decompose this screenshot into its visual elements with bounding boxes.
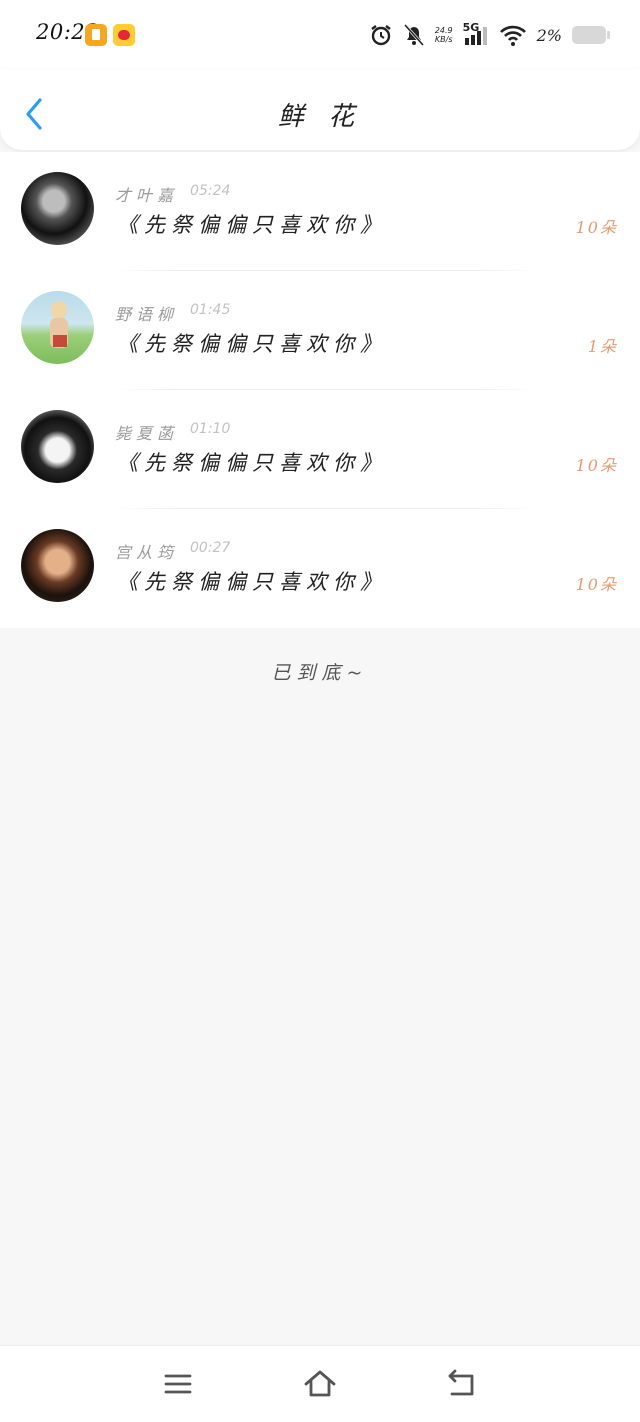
navigation-bar bbox=[0, 1345, 640, 1422]
book-title: 《先祭偏偏只喜欢你》 bbox=[117, 570, 387, 594]
net-speed-value: 24.9 bbox=[434, 26, 453, 35]
menu-icon[interactable] bbox=[160, 1366, 196, 1402]
page-title: 鲜 花 bbox=[277, 102, 363, 132]
alarm-icon bbox=[371, 25, 391, 46]
battery-icon bbox=[572, 26, 610, 44]
net-speed-unit: KB/s bbox=[434, 35, 453, 44]
notes-app-icon bbox=[85, 24, 107, 46]
sender-name: 野语柳 bbox=[115, 305, 179, 324]
flower-count: 10朵 bbox=[575, 456, 618, 475]
avatar[interactable] bbox=[21, 529, 94, 602]
flower-list: 才叶嘉 05:24 《先祭偏偏只喜欢你》 10朵 野语柳 01:45 《先祭偏偏… bbox=[0, 152, 640, 628]
signal-bars-icon bbox=[464, 27, 487, 45]
avatar[interactable] bbox=[21, 410, 94, 483]
status-bar: 20:23 24.9 KB/s 5G 2% bbox=[0, 0, 640, 70]
wifi-icon bbox=[499, 25, 526, 46]
book-title: 《先祭偏偏只喜欢你》 bbox=[117, 451, 387, 475]
avatar[interactable] bbox=[21, 291, 94, 364]
net-speed: 24.9 KB/s bbox=[435, 26, 453, 44]
avatar[interactable] bbox=[21, 172, 94, 245]
book-title: 《先祭偏偏只喜欢你》 bbox=[117, 213, 387, 237]
signal: 5G bbox=[463, 21, 489, 47]
flower-count: 10朵 bbox=[575, 218, 618, 237]
flower-count: 1朵 bbox=[587, 337, 618, 356]
list-item[interactable]: 宫从筠 00:27 《先祭偏偏只喜欢你》 10朵 bbox=[0, 509, 640, 628]
status-icons: 24.9 KB/s 5G 2% bbox=[369, 20, 610, 50]
send-time: 00:27 bbox=[190, 540, 231, 556]
flower-count: 10朵 bbox=[575, 575, 618, 594]
book-title: 《先祭偏偏只喜欢你》 bbox=[117, 332, 387, 356]
sender-name: 宫从筠 bbox=[115, 543, 179, 562]
battery-percent: 2% bbox=[536, 25, 562, 45]
list-item[interactable]: 野语柳 01:45 《先祭偏偏只喜欢你》 1朵 bbox=[0, 271, 640, 390]
send-time: 01:10 bbox=[190, 421, 231, 437]
return-icon[interactable] bbox=[444, 1366, 480, 1402]
list-item[interactable]: 毙夏菡 01:10 《先祭偏偏只喜欢你》 10朵 bbox=[0, 390, 640, 509]
end-of-list-text: 已到底~ bbox=[271, 662, 369, 684]
send-time: 01:45 bbox=[190, 302, 231, 318]
bell-mute-icon bbox=[403, 23, 424, 47]
sender-name: 毙夏菡 bbox=[115, 424, 179, 443]
sender-name: 才叶嘉 bbox=[115, 186, 179, 205]
weibo-app-icon bbox=[113, 24, 135, 46]
send-time: 05:24 bbox=[190, 183, 231, 199]
home-icon[interactable] bbox=[302, 1366, 338, 1402]
header: 鲜 花 bbox=[0, 70, 640, 150]
list-item[interactable]: 才叶嘉 05:24 《先祭偏偏只喜欢你》 10朵 bbox=[0, 152, 640, 271]
